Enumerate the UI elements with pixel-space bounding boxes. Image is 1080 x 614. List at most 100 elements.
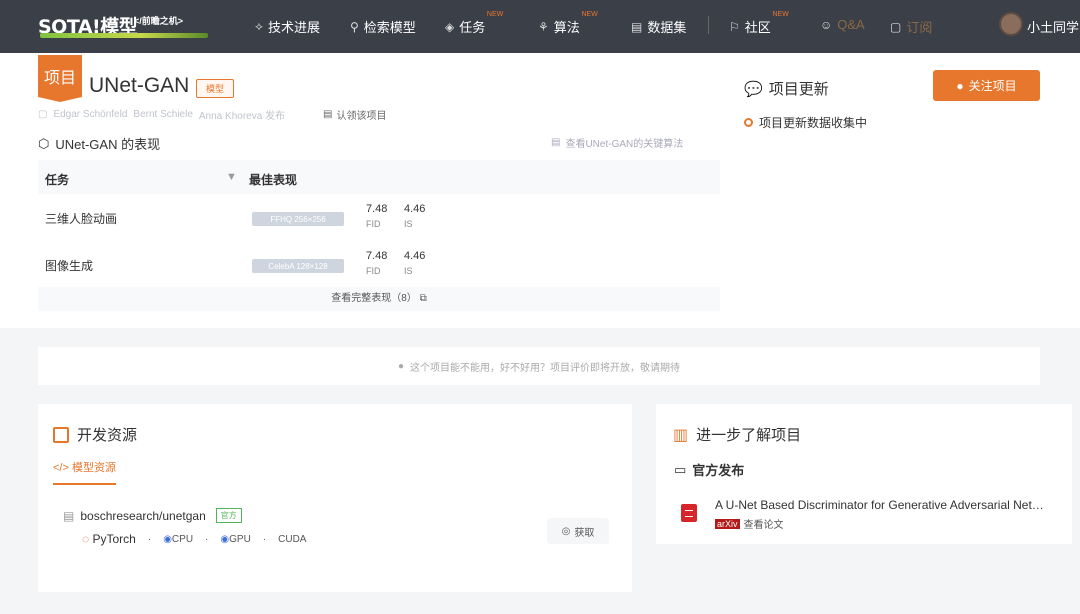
official-heading-text: 官方发布 xyxy=(692,463,745,478)
tech-name: CPU xyxy=(171,533,194,545)
update-text: 项目更新数据收集中 xyxy=(759,116,868,130)
performance-heading: ⬡ UNet-GAN 的表现 xyxy=(38,134,160,153)
tech-icon: ⟡ xyxy=(255,19,263,33)
view-paper-link[interactable]: 查看论文 xyxy=(744,516,784,531)
notice-text: 这个项目能不能用，好不好用？项目评价即将开放，敬请期待 xyxy=(410,362,681,374)
status-ring-icon xyxy=(744,118,753,127)
tech-item: CUDA xyxy=(278,533,307,545)
learn-more-card: ▥ 进一步了解项目 ▭ 官方发布 A U-Net Based Discrimin… xyxy=(656,404,1072,544)
logo-decoration xyxy=(40,33,208,38)
benchmark-tag[interactable]: FFHQ 256×256 xyxy=(252,212,344,226)
column-task: 任务 xyxy=(45,173,70,187)
metric: 7.48 FID xyxy=(366,203,387,229)
nav-tasks[interactable]: ◈ 任务 NEW xyxy=(445,11,503,36)
nav-label: 算法 xyxy=(553,20,580,35)
nav-label: 数据集 xyxy=(647,20,687,35)
top-nav-bar: SOTA!模型 </前瞻之机> ⟡ 技术进展 ⚲ 检索模型 ◈ 任务 NEW ⚘… xyxy=(0,0,1080,53)
table-header: 任务 ▼ 最佳表现 xyxy=(38,160,720,194)
tech-item: ◉GPU xyxy=(220,534,250,545)
link-label: 查看UNet-GAN的关键算法 xyxy=(565,139,684,150)
nav-subscribe[interactable]: ▢ 订阅 xyxy=(890,17,932,36)
dev-resources-card: 开发资源 </> 模型资源 ▤ boschresearch/unetgan 官方… xyxy=(38,404,632,592)
follow-icon: ● xyxy=(956,78,964,93)
comment-icon: 💬 xyxy=(744,80,763,98)
algorithm-icon: ⚘ xyxy=(538,19,549,34)
separator: · xyxy=(205,533,209,545)
view-full-performance-button[interactable]: 查看完整表现（8） ⧉ xyxy=(38,287,720,311)
metric-name: IS xyxy=(404,219,413,229)
project-title: UNet-GAN xyxy=(89,74,190,97)
github-icon: ◎ xyxy=(561,525,571,537)
metric-name: IS xyxy=(404,266,413,276)
author[interactable]: Edgar Schönfeld xyxy=(53,109,127,120)
chip-icon: ◉ xyxy=(220,533,230,545)
dev-resources-heading: 开发资源 xyxy=(53,424,137,445)
author[interactable]: Bernt Schiele xyxy=(133,109,192,120)
metric-value: 7.48 xyxy=(366,250,388,262)
nav-label: 检索模型 xyxy=(363,20,416,35)
follow-project-button[interactable]: ● 关注项目 xyxy=(933,70,1040,101)
author[interactable]: Anna Khoreva 发布 xyxy=(199,107,285,122)
get-label: 获取 xyxy=(574,527,595,539)
nav-label: 技术进展 xyxy=(267,20,320,35)
paper-title-link[interactable]: A U-Net Based Discriminator for Generati… xyxy=(715,498,1050,512)
author-line: ▢ Edgar Schönfeld Bernt Schiele Anna Kho… xyxy=(38,107,285,122)
nav-label: 任务 xyxy=(459,20,486,35)
site-logo[interactable]: SOTA!模型 </前瞻之机> xyxy=(38,12,210,38)
column-best: 最佳表现 xyxy=(249,173,298,187)
benchmark-tag[interactable]: CelebA 128×128 xyxy=(252,259,344,273)
nav-tech-progress[interactable]: ⟡ 技术进展 xyxy=(255,17,320,36)
book-icon: ▥ xyxy=(673,426,689,444)
metric: 4.46 IS xyxy=(404,250,425,276)
learn-more-heading: ▥ 进一步了解项目 xyxy=(673,424,801,445)
metric-value: 7.48 xyxy=(366,203,388,215)
tech-item: ◉CPU xyxy=(163,534,193,545)
task-name[interactable]: 三维人脸动画 xyxy=(45,210,117,227)
list-icon: ▤ xyxy=(551,137,561,148)
nav-label: 社区 xyxy=(744,20,771,35)
nav-datasets[interactable]: ▤ 数据集 xyxy=(631,17,686,36)
claim-icon: ▤ xyxy=(323,109,333,120)
framework-name: PyTorch xyxy=(92,532,136,546)
performance-heading-text: UNet-GAN 的表现 xyxy=(55,137,161,152)
claim-label: 认领该项目 xyxy=(336,111,387,122)
official-badge: 官方 xyxy=(215,508,242,523)
claim-project-link[interactable]: ▤ 认领该项目 xyxy=(323,107,386,122)
follow-label: 关注项目 xyxy=(968,79,1017,93)
subscribe-icon: ▢ xyxy=(890,19,902,34)
tech-name: GPU xyxy=(229,533,251,545)
nav-label: 订阅 xyxy=(906,20,933,35)
metric: 7.48 FID xyxy=(366,250,387,276)
view-key-algorithm-link[interactable]: ▤ 查看UNet-GAN的关键算法 xyxy=(551,135,683,150)
username[interactable]: 小土同学 xyxy=(1027,17,1079,36)
external-link-icon: ⧉ xyxy=(419,293,427,304)
separator: · xyxy=(147,533,152,545)
repo-icon: ▤ xyxy=(63,508,75,523)
new-badge: NEW xyxy=(772,11,789,18)
user-avatar[interactable] xyxy=(999,12,1023,36)
monitor-icon: ▭ xyxy=(674,461,687,477)
model-type-tag: 模型 xyxy=(196,79,235,98)
updates-heading: 💬 项目更新 xyxy=(744,78,829,99)
search-model-icon: ⚲ xyxy=(350,19,359,34)
tech-stack: ◌ PyTorch · ◉CPU · ◉GPU · CUDA xyxy=(82,532,306,546)
nav-qa[interactable]: ☺ Q&A xyxy=(820,17,865,32)
framework: ◌ PyTorch xyxy=(82,532,136,546)
learn-title-text: 进一步了解项目 xyxy=(696,427,802,444)
info-icon: ● xyxy=(397,360,405,372)
separator: · xyxy=(262,533,267,545)
nav-search-models[interactable]: ⚲ 检索模型 xyxy=(350,17,416,36)
get-repo-button[interactable]: ◎ 获取 xyxy=(547,518,609,544)
task-name[interactable]: 图像生成 xyxy=(45,257,93,274)
nav-community[interactable]: ⚐ 社区 NEW xyxy=(729,11,789,36)
database-icon: ▤ xyxy=(631,19,643,34)
more-label: 查看完整表现（8） xyxy=(331,293,417,304)
repository-item[interactable]: ▤ boschresearch/unetgan 官方 xyxy=(63,508,242,523)
filter-icon[interactable]: ▼ xyxy=(226,171,237,183)
task-icon: ◈ xyxy=(445,19,455,34)
dev-title-text: 开发资源 xyxy=(77,427,138,444)
updates-heading-text: 项目更新 xyxy=(768,81,829,98)
nav-algorithms[interactable]: ⚘ 算法 NEW xyxy=(538,11,598,36)
tab-model-resources[interactable]: </> 模型资源 xyxy=(53,459,116,485)
chip-icon: ◉ xyxy=(163,533,172,545)
